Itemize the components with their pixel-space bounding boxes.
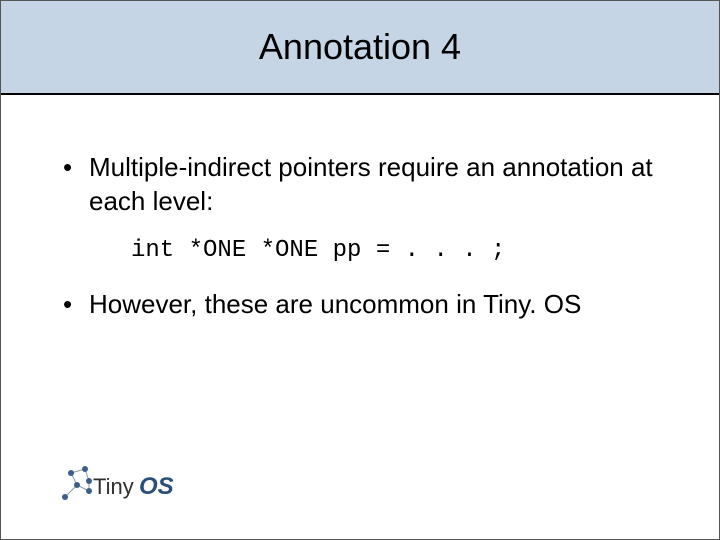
logo-text-tiny: Tiny <box>93 474 134 499</box>
slide-body: Multiple-indirect pointers require an an… <box>61 151 659 339</box>
bullet-item: Multiple-indirect pointers require an an… <box>61 151 659 219</box>
code-snippet: int *ONE *ONE pp = . . . ; <box>131 237 659 264</box>
bullet-item: However, these are uncommon in Tiny. OS <box>61 288 659 322</box>
bullet-list: However, these are uncommon in Tiny. OS <box>61 288 659 322</box>
logo-text-os: OS <box>139 473 174 500</box>
slide: Annotation 4 Multiple-indirect pointers … <box>0 0 720 540</box>
slide-title: Annotation 4 <box>259 26 461 68</box>
title-band: Annotation 4 <box>1 1 719 95</box>
tinyos-logo: Tiny OS <box>59 461 187 505</box>
bullet-list: Multiple-indirect pointers require an an… <box>61 151 659 219</box>
